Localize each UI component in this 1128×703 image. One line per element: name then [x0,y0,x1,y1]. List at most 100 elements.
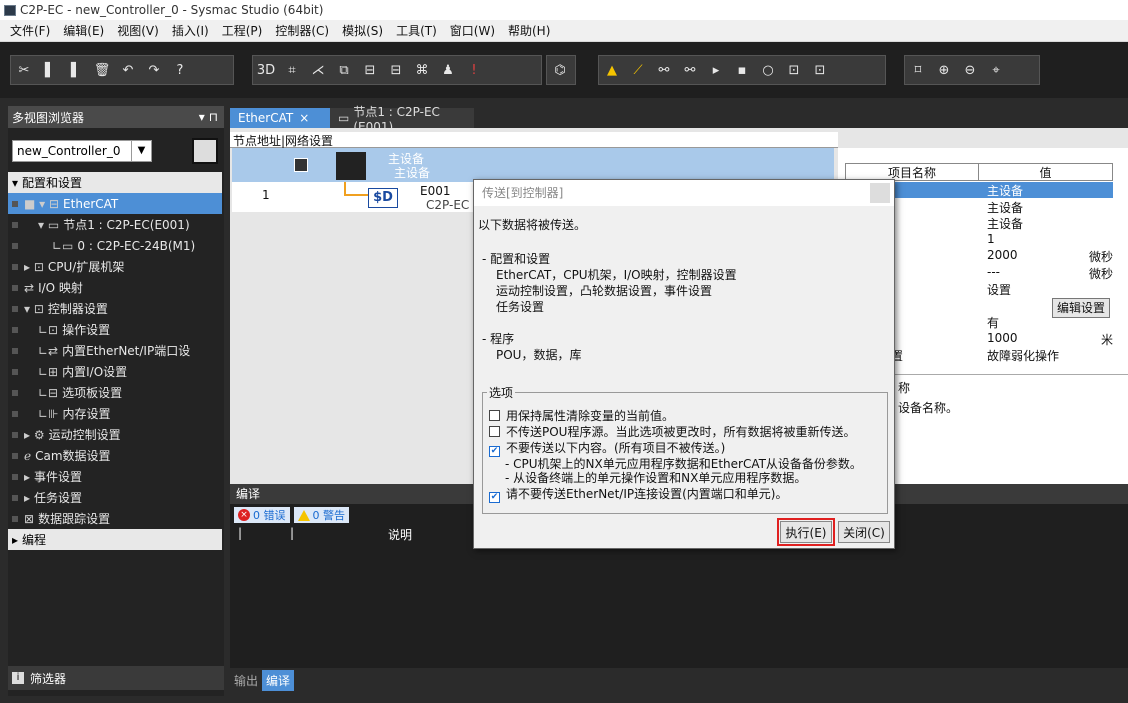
tree-item-6[interactable]: ▾ ⊡ 控制器设置 [8,298,222,319]
menu-item-8[interactable]: 窗口(W) [450,22,495,39]
toolbar-group4-icon-6[interactable]: ○ [757,59,779,81]
tree-expander-icon[interactable]: ▸ [12,533,18,547]
tree-item-10[interactable]: ∟⊟ 选项板设置 [8,382,222,403]
tree-expander-icon[interactable]: ▸ ⊡ [24,260,44,274]
option-no-ethernet-ip[interactable]: ✔ 请不要传送EtherNet/IP连接设置(内置端口和单元)。 [489,485,787,503]
tree-expander-icon[interactable]: ∟⊞ [38,365,58,379]
toolbar-group2-icon-0[interactable]: 3D [255,59,277,81]
toolbar-group1-icon-4[interactable]: ↶ [117,59,139,81]
toolbar-group2-icon-8[interactable]: ! [463,59,485,81]
checkbox[interactable] [489,410,500,421]
toolbar-group2-icon-2[interactable]: ⋌ [307,59,329,81]
toolbar-group1-icon-6[interactable]: ? [169,59,191,81]
toolbar-group3-icon-0[interactable]: ⌬ [549,59,571,81]
controller-icon[interactable] [192,138,218,164]
tree-item-8[interactable]: ∟⇄ 内置EtherNet/IP端口设 [8,340,222,361]
toolbar-group2-icon-3[interactable]: ⧉ [333,59,355,81]
dialog-close-button[interactable] [870,183,890,203]
tree-item-0[interactable]: ▾ 配置和设置 [8,172,222,193]
tree-item-17[interactable]: ▸ 编程 [8,529,222,550]
menu-item-3[interactable]: 插入(I) [172,22,209,39]
tree-expander-icon[interactable]: ▾ ⊡ [24,302,44,316]
tree-item-13[interactable]: ℯ Cam数据设置 [8,445,222,466]
warnings-filter[interactable]: 0 警告 [293,507,349,523]
filter-bar[interactable]: i 筛选器 [8,666,224,690]
toolbar-group5-icon-1[interactable]: ⊕ [933,59,955,81]
tab-node1[interactable]: ▭ 节点1 : C2P-EC (E001) [330,105,474,134]
chevron-down-icon[interactable]: ▼ [131,141,151,161]
tree-item-14[interactable]: ▸ 事件设置 [8,466,222,487]
toolbar-group4-icon-7[interactable]: ⊡ [783,59,805,81]
toolbar-group5-icon-2[interactable]: ⊖ [959,59,981,81]
toolbar-group4-icon-3[interactable]: ⚯ [679,59,701,81]
tree-expander-icon[interactable]: ▸ [24,491,30,505]
menu-item-0[interactable]: 文件(F) [10,22,50,39]
pin-icon[interactable]: ▾ ⊓ [199,110,218,124]
tree-expander-icon[interactable]: ⊠ [24,512,34,526]
execute-button[interactable]: 执行(E) [777,518,835,546]
tab-compile[interactable]: 编译 [262,670,295,691]
tree-item-2[interactable]: ▾ ▭ 节点1 : C2P-EC(E001) [8,214,222,235]
tree-expander-icon[interactable]: ∟⇄ [38,344,58,358]
menu-item-4[interactable]: 工程(P) [222,22,263,39]
tab-ethercat[interactable]: EtherCAT × [230,108,330,128]
controller-select[interactable]: new_Controller_0 ▼ [12,140,152,162]
menu-item-6[interactable]: 模拟(S) [342,22,383,39]
tree-expander-icon[interactable]: ▸ [24,470,30,484]
tree-expander-icon[interactable]: ▾ [12,176,18,190]
toolbar-group4-icon-0[interactable]: ▲ [601,59,623,81]
menu-item-2[interactable]: 视图(V) [117,22,159,39]
tree-item-7[interactable]: ∟⊡ 操作设置 [8,319,222,340]
option-no-pou-source[interactable]: 不传送POU程序源。当此选项被更改时，所有数据将被重新传送。 [489,423,855,440]
toolbar-group1-icon-0[interactable]: ✂ [13,59,35,81]
toolbar-group1-icon-5[interactable]: ↷ [143,59,165,81]
menu-item-7[interactable]: 工具(T) [396,22,437,39]
tree-item-12[interactable]: ▸ ⚙ 运动控制设置 [8,424,222,445]
master-device-row[interactable]: 主设备 主设备 [232,148,834,182]
tree-expander-icon[interactable]: ▾ ▭ [38,218,59,232]
tab-output[interactable]: 输出 [234,672,258,689]
toolbar-group4-icon-5[interactable]: ▪ [731,59,753,81]
collapse-icon[interactable] [294,158,308,172]
tree-item-5[interactable]: ⇄ I/O 映射 [8,277,222,298]
toolbar-group4-icon-1[interactable]: ⟋ [627,59,649,81]
errors-filter[interactable]: × 0 错误 [234,507,290,523]
tree-expander-icon[interactable]: ■ ▾ ⊟ [24,197,59,211]
tree-item-4[interactable]: ▸ ⊡ CPU/扩展机架 [8,256,222,277]
tree-item-11[interactable]: ∟⊪ 内存设置 [8,403,222,424]
tree-item-3[interactable]: ∟▭ 0 : C2P-EC-24B(M1) [8,235,222,256]
option-clear-retain[interactable]: 用保持属性清除变量的当前值。 [489,407,674,424]
toolbar-group2-icon-7[interactable]: ♟ [437,59,459,81]
tree-expander-icon[interactable]: ▸ ⚙ [24,428,45,442]
toolbar-group1-icon-1[interactable]: ▌ [39,59,61,81]
close-button[interactable]: 关闭(C) [838,521,890,543]
menu-item-5[interactable]: 控制器(C) [275,22,329,39]
checkbox-checked[interactable]: ✔ [489,446,500,457]
tree-item-16[interactable]: ⊠ 数据跟踪设置 [8,508,222,529]
toolbar-group4-icon-8[interactable]: ⊡ [809,59,831,81]
menu-item-1[interactable]: 编辑(E) [63,22,104,39]
toolbar-group5-icon-3[interactable]: ⌖ [985,59,1007,81]
tree-expander-icon[interactable]: ℯ [24,449,31,463]
toolbar-group4-icon-4[interactable]: ▸ [705,59,727,81]
tree-expander-icon[interactable]: ⇄ [24,281,34,295]
tree-item-15[interactable]: ▸ 任务设置 [8,487,222,508]
tree-expander-icon[interactable]: ∟▭ [52,239,73,253]
checkbox[interactable] [489,426,500,437]
tree-expander-icon[interactable]: ∟⊡ [38,323,58,337]
toolbar-group1-icon-2[interactable]: ▌ [65,59,87,81]
edit-settings-button[interactable]: 编辑设置 [1052,298,1110,318]
tree-item-9[interactable]: ∟⊞ 内置I/O设置 [8,361,222,382]
tree-expander-icon[interactable]: ∟⊟ [38,386,58,400]
tree-item-1[interactable]: ■ ▾ ⊟ EtherCAT [8,193,222,214]
toolbar-group2-icon-6[interactable]: ⌘ [411,59,433,81]
toolbar-group1-icon-3[interactable]: 🗑 [91,59,113,81]
toolbar-group5-icon-0[interactable]: ⌑ [907,59,929,81]
tree-expander-icon[interactable]: ∟⊪ [38,407,59,421]
toolbar-group2-icon-5[interactable]: ⊟ [385,59,407,81]
checkbox-checked[interactable]: ✔ [489,492,500,503]
toolbar-group2-icon-4[interactable]: ⊟ [359,59,381,81]
toolbar-group2-icon-1[interactable]: ⌗ [281,59,303,81]
menu-item-9[interactable]: 帮助(H) [508,22,550,39]
close-icon[interactable]: × [299,111,309,125]
